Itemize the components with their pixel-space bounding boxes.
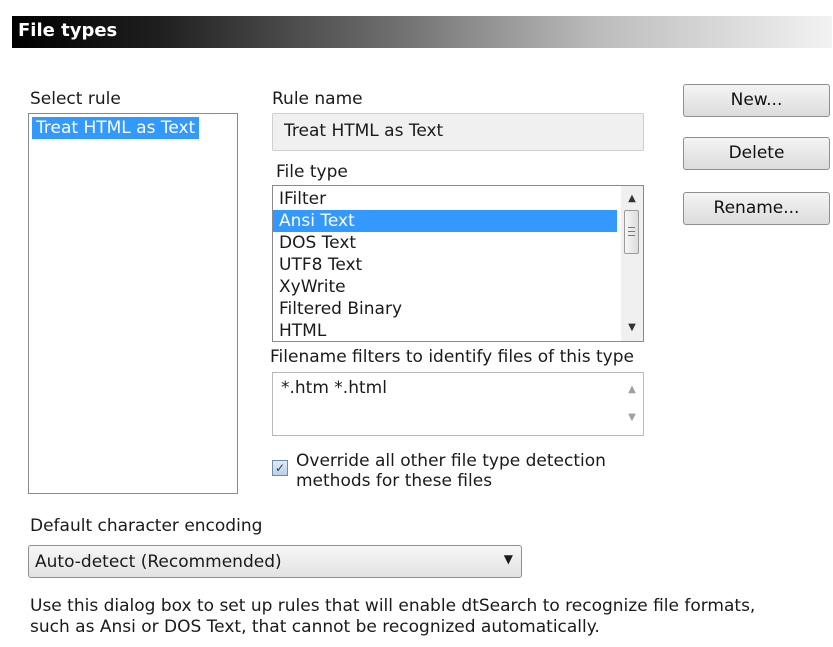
rule-name-field: Treat HTML as Text bbox=[272, 113, 644, 151]
filename-filters-field[interactable]: *.htm *.html ▲ ▼ bbox=[272, 372, 644, 436]
override-label: Override all other file type detection m… bbox=[296, 451, 606, 491]
override-checkbox[interactable]: ✓ bbox=[272, 460, 288, 476]
filename-filters-value: *.htm *.html bbox=[281, 378, 387, 398]
rename-button[interactable]: Rename... bbox=[683, 192, 830, 225]
file-type-item[interactable]: IFilter bbox=[273, 188, 617, 210]
delete-button[interactable]: Delete bbox=[683, 137, 830, 170]
file-type-item[interactable]: UTF8 Text bbox=[273, 254, 617, 276]
override-label-line1: Override all other file type detection bbox=[296, 451, 606, 471]
rule-name-label: Rule name bbox=[272, 89, 363, 109]
up-arrow-icon[interactable]: ▲ bbox=[621, 190, 643, 208]
file-type-list[interactable]: IFilter Ansi Text DOS Text UTF8 Text XyW… bbox=[272, 185, 644, 342]
rule-name-value: Treat HTML as Text bbox=[284, 121, 444, 141]
encoding-select[interactable]: Auto-detect (Recommended) ▼ bbox=[28, 545, 522, 578]
down-arrow-icon[interactable]: ▼ bbox=[621, 409, 643, 427]
scrollbar-thumb[interactable] bbox=[624, 210, 639, 254]
encoding-label: Default character encoding bbox=[30, 516, 263, 536]
title-bar: File types bbox=[12, 16, 832, 48]
select-rule-label: Select rule bbox=[30, 89, 121, 109]
chevron-down-icon: ▼ bbox=[503, 552, 513, 566]
checkmark-icon: ✓ bbox=[274, 461, 286, 475]
filename-filters-label: Filename filters to identify files of th… bbox=[270, 347, 634, 367]
file-type-scrollbar[interactable]: ▲ ▼ bbox=[621, 186, 643, 341]
file-type-item[interactable]: XyWrite bbox=[273, 276, 617, 298]
override-label-line2: methods for these files bbox=[296, 471, 493, 491]
rule-list-item[interactable]: Treat HTML as Text bbox=[32, 117, 200, 139]
file-type-label: File type bbox=[276, 162, 348, 182]
file-type-item[interactable]: DOS Text bbox=[273, 232, 617, 254]
up-arrow-icon[interactable]: ▲ bbox=[621, 381, 643, 399]
help-text: Use this dialog box to set up rules that… bbox=[30, 596, 755, 638]
filters-scrollbar[interactable]: ▲ ▼ bbox=[621, 373, 643, 435]
help-text-line2: such as Ansi or DOS Text, that cannot be… bbox=[30, 617, 600, 637]
help-text-line1: Use this dialog box to set up rules that… bbox=[30, 596, 756, 616]
new-button[interactable]: New... bbox=[683, 84, 830, 117]
file-type-item-selected[interactable]: Ansi Text bbox=[273, 210, 617, 232]
encoding-value: Auto-detect (Recommended) bbox=[35, 552, 282, 572]
page-title: File types bbox=[18, 20, 118, 41]
select-rule-list[interactable]: Treat HTML as Text bbox=[28, 113, 238, 494]
down-arrow-icon[interactable]: ▼ bbox=[621, 319, 643, 337]
file-type-item[interactable]: Filtered Binary bbox=[273, 298, 617, 320]
file-type-item[interactable]: HTML bbox=[273, 320, 617, 341]
